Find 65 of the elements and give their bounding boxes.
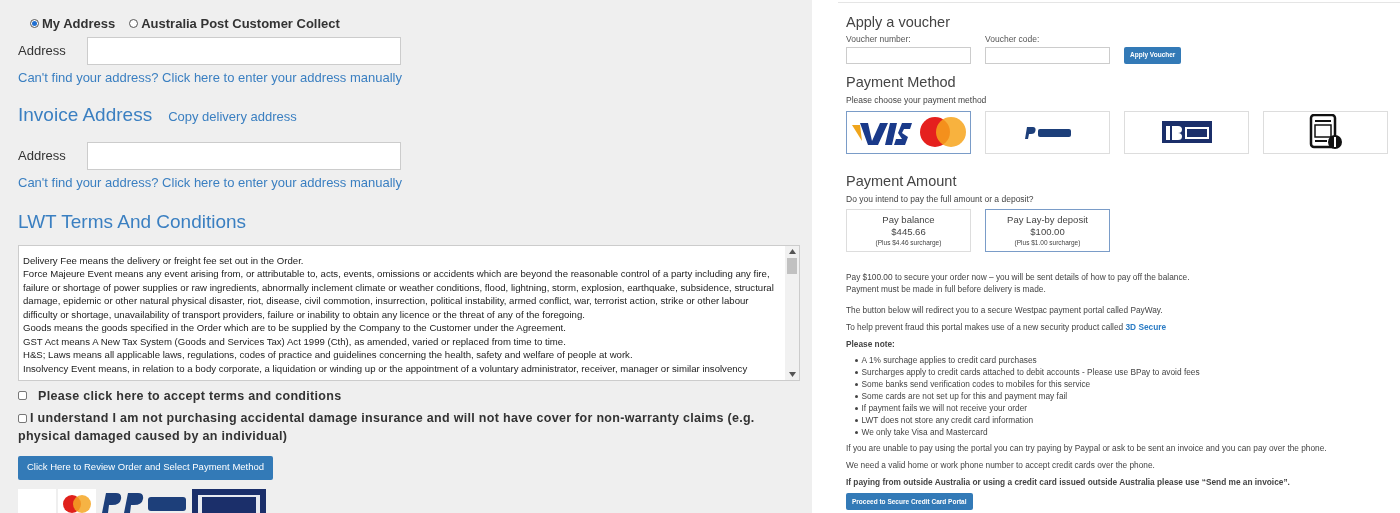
visa-mastercard-logo-icon: [849, 115, 968, 149]
field-label: Address: [18, 146, 67, 165]
bullet-icon: [855, 419, 858, 422]
note-item: If payment fails we will not receive your order: [861, 402, 1028, 415]
note-item: LWT does not store any credit card information: [861, 414, 1034, 427]
checkbox-option[interactable]: Please click here to accept terms and conditions: [18, 386, 800, 405]
scrollbar-thumb[interactable]: [787, 257, 797, 274]
info-text: We need a valid home or work phone number to accept credit cards over the phone.: [846, 459, 1156, 472]
bullet-icon: [855, 431, 858, 434]
terms-paragraph: H&S; Laws means all applicable laws, regulations, codes of practice and guidelines concerning the health, safety and welfare of people at work.: [23, 348, 634, 362]
note-item: Some cards are not set up for this and payment may fail: [861, 390, 1068, 403]
radio-button[interactable]: [129, 19, 139, 29]
note-item: Surcharges apply to credit cards attached to debit accounts - Please use BPay to avoid fees: [861, 366, 1200, 379]
scroll-down-icon[interactable]: [788, 371, 796, 377]
review-order-button[interactable]: Click Here to Review Order and Select Payment Method: [18, 455, 274, 480]
checkbox[interactable]: [18, 391, 27, 400]
terms-textbox[interactable]: [18, 244, 800, 381]
instruction-text: Do you intend to pay the full amount or a deposit?: [846, 192, 1035, 206]
section-heading: LWT Terms And Conditions: [18, 210, 248, 234]
info-text: The button below will redirect you to a secure Westpac payment portal called PayWay.: [846, 304, 1164, 317]
checkbox-option[interactable]: I understand I am not purchasing accidental damage insurance and will not have cover for non-warranty claims (e.g. physical damaged caused by an individual): [18, 408, 800, 445]
scrollbar[interactable]: [785, 245, 799, 380]
section-heading: Invoice Address: [18, 103, 153, 127]
bullet-icon: [855, 359, 858, 362]
mastercard-logo-icon: [58, 488, 96, 513]
section-heading: Payment Method: [846, 72, 957, 91]
voucher-input[interactable]: [985, 46, 1110, 64]
radio-button[interactable]: [30, 19, 39, 29]
instruction-text: Please choose your payment method: [846, 93, 988, 107]
note-item: A 1% surchage applies to credit card purchases: [861, 354, 1037, 367]
terms-paragraph: Goods means the goods specified in the Order which are to be supplied by the Company to the Customer under the Agreement.: [23, 321, 567, 335]
note-item: We only take Visa and Mastercard: [861, 426, 988, 439]
radio-option[interactable]: My Address: [30, 14, 116, 34]
field-label: Voucher number:: [846, 33, 912, 46]
terms-paragraph: Insolvency Event means, in relation to a body corporate, a liquidation or winding up or the appointment of a voluntary administrator, receiver, manager or similar insolvency: [23, 361, 749, 375]
secure-link[interactable]: 3D Secure: [1125, 322, 1167, 333]
field-label: Voucher code:: [985, 33, 1041, 46]
field-label: Address: [18, 41, 67, 60]
payment-method-option[interactable]: [846, 110, 971, 154]
section-heading: Apply a voucher: [846, 13, 951, 31]
section-heading: Payment Amount: [846, 171, 958, 190]
manual-address-link[interactable]: Can't find your address? Click here to enter your address manually: [18, 67, 402, 87]
terms-paragraph: GST Act means A New Tax System (Goods and Services Tax) Act 1999 (Cth), as amended, varied or replaced from time to time.: [23, 334, 567, 348]
bullet-icon: [855, 383, 858, 386]
bullet-icon: [855, 407, 858, 410]
voucher-input[interactable]: [846, 46, 971, 64]
terms-paragraph: Force Majeure Event means any event arising from, or attributable to, acts, events, omissions or accidents which are beyond the reasonable control of a party including any fire, failure or shortage of power supplies or raw ingredients, abnormally inclement climate or weather conditions, flood, lightning, storm, explosion, earthquake, subsidence, structural damage, epidemic or other natural physical disaster, riot, disease, civil commotion, insurrection, political instability, armed conflict, war, terrorist action, strike or other labour difficulty or shortage, unavailability of transport providers, failure or inability to obtain any licence or the threat of any of the foregoing.: [23, 267, 775, 321]
invoice-icon: [1308, 114, 1343, 150]
manual-address-link[interactable]: Can't find your address? Click here to enter your address manually: [18, 172, 402, 192]
radio-option[interactable]: Australia Post Customer Collect: [129, 14, 340, 34]
note-heading: Please note:: [846, 338, 896, 351]
info-text: Pay $100.00 to secure your order now – you will be sent details of how to pay off the balance.: [846, 271, 1191, 284]
address-input[interactable]: [87, 141, 401, 170]
info-text: If you are unable to pay using the portal you can try paying by Paypal or ask to be sent an invoice and you can pay over the phone.: [846, 442, 1328, 455]
copy-address-link[interactable]: Copy delivery address: [168, 107, 297, 127]
note-item: Some banks send verification codes to mobiles for this service: [861, 378, 1091, 391]
bullet-icon: [855, 395, 858, 398]
warning-text: If paying from outside Australia or using a credit card issued outside Australia please use “Send me an invoice”.: [846, 476, 1291, 489]
address-input[interactable]: [87, 36, 401, 65]
bullet-icon: [855, 371, 858, 374]
checkbox[interactable]: [18, 413, 27, 423]
info-text: Payment must be made in full before delivery is made.: [846, 283, 1047, 296]
info-text: To help prevent fraud this portal makes use of a new security product called 3D Secure: [846, 321, 1168, 334]
terms-paragraph: Delivery Fee means the delivery or freight fee set out in the Order.: [23, 253, 305, 267]
scroll-up-icon[interactable]: [788, 248, 796, 254]
